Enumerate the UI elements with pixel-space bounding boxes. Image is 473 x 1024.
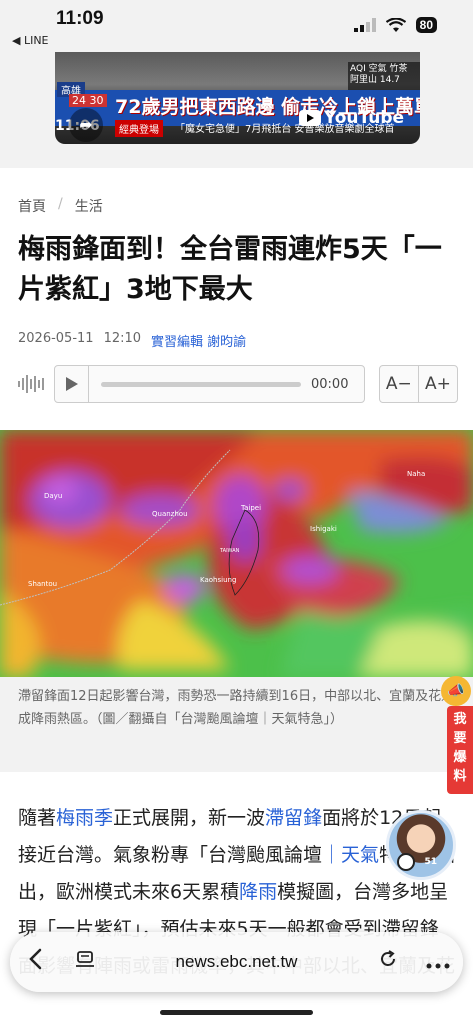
map-label-shantou: Shantou [28, 580, 58, 588]
play-button[interactable] [55, 366, 89, 402]
article-time: 12:10 [103, 331, 142, 346]
font-size-controls: A− A+ [378, 365, 458, 403]
soccer-ball-icon [397, 853, 415, 871]
more-icon [426, 963, 450, 968]
video-temp: 24 30 [69, 94, 107, 107]
article-title: 梅雨鋒面到！全台雷雨連炸5天「一片紫紅」3地下最大 [18, 234, 442, 305]
chevron-left-icon [29, 948, 42, 970]
audio-wave-icon [18, 374, 44, 394]
link-plum-rain-season[interactable]: 梅雨季 [56, 807, 113, 829]
signal-icon [353, 18, 376, 32]
font-smaller-button[interactable]: A− [380, 366, 419, 402]
home-indicator [160, 1010, 313, 1015]
map-label-quanzhou: Quanzhou [152, 510, 188, 518]
wifi-icon [385, 17, 406, 32]
map-label-taipei: Taipei [241, 504, 262, 512]
article-meta: 2026-05-11 12:10 實習編輯 謝昀諭 [18, 331, 246, 350]
status-icons: 80 [353, 17, 437, 33]
body-text: 隨著 [18, 807, 57, 829]
link-weather[interactable]: ｜天氣 [322, 844, 379, 866]
link-stationary-front[interactable]: 滯留鋒 [265, 807, 322, 829]
map-label-naha: Naha [407, 470, 426, 478]
chatbot-avatar[interactable]: 51 [386, 810, 456, 880]
feedback-label: 我要爆料 [453, 712, 467, 784]
reload-icon [381, 950, 395, 966]
status-bar: 11:09 ◀ LINE 80 [0, 0, 473, 52]
body-text: 正式展開，新一波 [113, 807, 266, 829]
article-author[interactable]: 實習編輯 謝昀諭 [151, 331, 246, 350]
audio-progress-bar[interactable] [101, 381, 301, 387]
rainfall-map-image[interactable]: Dayu Quanzhou Taipei Ishigaki Naha TAIWA… [0, 430, 473, 677]
breadcrumb-category[interactable]: 生活 [75, 196, 103, 216]
share-icon[interactable]: ➦ [69, 108, 103, 142]
audio-player: 00:00 [54, 365, 365, 403]
play-icon [65, 377, 78, 391]
more-button[interactable] [413, 950, 463, 975]
map-label-taiwan: TAIWAN [220, 548, 240, 554]
status-time: 11:09 [56, 8, 104, 29]
back-to-app-link[interactable]: ◀ LINE [12, 34, 49, 47]
browser-url-bar: news.ebc.net.tw [10, 932, 463, 992]
breadcrumb-home[interactable]: 首頁 [18, 196, 46, 216]
image-caption: 滯留鋒面12日起影響台灣，雨勢恐一路持續到16日，中部以北、宜蘭及花蓮成降雨熱區… [0, 677, 473, 772]
embedded-video[interactable]: AQI 空氣 竹茶 阿里山 14.7 高雄 24 30 72歲男把東西路邊 偷走… [55, 52, 420, 144]
link-rainfall[interactable]: 降雨 [239, 881, 277, 903]
audio-time: 00:00 [311, 376, 349, 392]
reload-button[interactable] [363, 949, 413, 975]
breadcrumb-separator: / [58, 196, 63, 212]
map-label-dayu: Dayu [44, 492, 63, 500]
avatar-jersey-number: 51 [424, 857, 437, 867]
youtube-label: YouTube [324, 108, 405, 128]
map-label-kaohsiung: Kaohsiung [200, 576, 237, 584]
map-label-ishigaki: Ishigaki [310, 525, 337, 533]
megaphone-icon: 📣 [441, 676, 471, 706]
youtube-logo[interactable]: YouTube [299, 108, 404, 128]
youtube-play-icon [299, 110, 321, 126]
article-date: 2026-05-11 [18, 331, 94, 346]
reader-icon [76, 950, 94, 967]
battery-indicator: 80 [415, 17, 437, 33]
breadcrumb: 首頁 / 生活 [18, 196, 103, 216]
reader-mode-button[interactable] [60, 950, 110, 975]
video-tag: 經典登場 [115, 120, 163, 137]
url-display[interactable]: news.ebc.net.tw [110, 952, 363, 972]
font-larger-button[interactable]: A+ [419, 366, 457, 402]
feedback-button[interactable]: 📣 我要爆料 [441, 676, 473, 794]
audio-player-row: 00:00 A− A+ [18, 364, 458, 404]
back-button[interactable] [10, 948, 60, 976]
